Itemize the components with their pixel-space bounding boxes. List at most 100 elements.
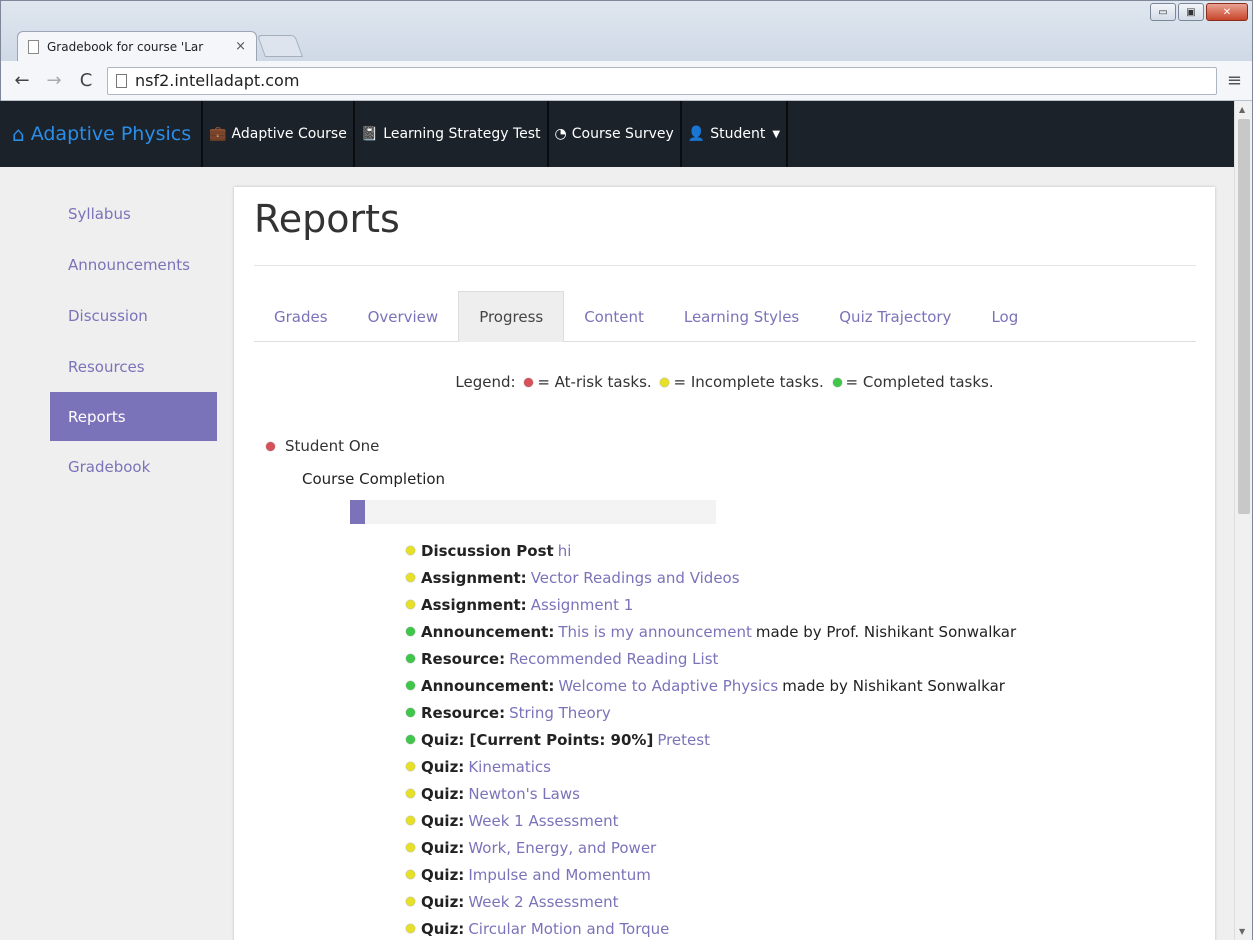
reload-icon[interactable]: C [75,70,97,91]
green-status-dot-icon [406,708,415,717]
book-icon: 📓 [360,126,379,142]
tab-grades[interactable]: Grades [254,291,348,342]
task-link[interactable]: Pretest [657,731,710,749]
task-link[interactable]: Circular Motion and Torque [468,920,669,938]
task-list: Discussion Post hi Assignment: Vector Readi… [406,537,1016,940]
task-row: Quiz: Circular Motion and Torque [406,915,1016,940]
task-type: Quiz: [421,838,465,857]
task-link[interactable]: Kinematics [468,758,551,776]
course-completion-label: Course Completion [302,470,446,488]
task-type: Quiz: [Current Points: 90%] [421,730,654,749]
task-suffix: made by Nishikant Sonwalkar [782,676,1005,695]
caret-down-icon: ▼ [772,128,781,140]
forward-icon[interactable]: → [43,70,65,91]
user-icon: 👤 [687,126,706,142]
reports-panel: Reports Grades Overview Progress Content… [234,187,1215,940]
task-row: Quiz: Week 2 Assessment [406,888,1016,915]
briefcase-icon: 💼 [209,126,227,142]
task-link[interactable]: Week 1 Assessment [468,812,618,830]
legend-incomplete: = Incomplete tasks. [673,373,824,391]
scroll-down-icon[interactable]: ▼ [1239,927,1245,936]
report-tabs: Grades Overview Progress Content Learnin… [254,291,1196,342]
green-status-dot-icon [406,654,415,663]
divider [254,265,1196,266]
brand-label: Adaptive Physics [30,123,192,145]
nav-course-survey[interactable]: ◔ Course Survey [546,101,680,167]
nav-learning-strategy-test[interactable]: 📓 Learning Strategy Test [352,101,547,167]
task-link[interactable]: Impulse and Momentum [468,866,651,884]
dashboard-icon: ◔ [554,126,567,142]
close-button[interactable]: ✕ [1206,3,1248,21]
scroll-up-icon[interactable]: ▲ [1239,105,1245,114]
maximize-button[interactable]: ▣ [1178,3,1204,21]
scrollbar[interactable]: ▲ ▼ [1234,101,1252,940]
scrollbar-thumb[interactable] [1238,119,1250,514]
address-bar[interactable]: nsf2.intelladapt.com [107,66,1217,95]
nav-label: Course Survey [571,126,674,142]
new-tab-button[interactable] [256,35,304,57]
task-link[interactable]: Week 2 Assessment [468,893,618,911]
task-link[interactable]: This is my announcement [558,623,752,641]
task-row: Quiz: Impulse and Momentum [406,861,1016,888]
sidebar-item-discussion[interactable]: Discussion [50,290,217,341]
minimize-button[interactable]: ▭ [1150,3,1176,21]
task-link[interactable]: hi [558,542,572,560]
completed-dot-icon [832,378,842,387]
browser-tab[interactable]: Gradebook for course 'Lar × [17,31,257,61]
sidebar-item-gradebook[interactable]: Gradebook [50,441,217,492]
tab-close-icon[interactable]: × [235,39,246,54]
menu-icon[interactable]: ≡ [1227,70,1242,91]
task-link[interactable]: Newton's Laws [468,785,580,803]
tab-title: Gradebook for course 'Lar [47,39,204,54]
task-type: Quiz: [421,757,465,776]
incomplete-dot-icon [660,378,670,387]
task-link[interactable]: Welcome to Adaptive Physics [558,677,778,695]
task-row: Announcement: Welcome to Adaptive Physics… [406,672,1016,699]
sidebar: Syllabus Announcements Discussion Resour… [50,188,217,492]
tab-learning-styles[interactable]: Learning Styles [664,291,819,342]
sidebar-item-syllabus[interactable]: Syllabus [50,188,217,239]
url-text: nsf2.intelladapt.com [135,71,300,90]
course-completion-fill [350,500,365,524]
yellow-status-dot-icon [406,789,415,798]
yellow-status-dot-icon [406,897,415,906]
task-link[interactable]: Recommended Reading List [509,650,718,668]
student-row: Student One [262,437,379,455]
tab-progress[interactable]: Progress [458,291,565,342]
tab-overview[interactable]: Overview [348,291,459,342]
task-type: Quiz: [421,784,465,803]
legend: Legend: = At-risk tasks. = Incomplete ta… [234,373,1215,391]
brand-link[interactable]: ⌂ Adaptive Physics [0,101,201,167]
nav-label: Learning Strategy Test [383,126,541,142]
task-row: Resource: String Theory [406,699,1016,726]
tab-content[interactable]: Content [564,291,664,342]
task-row: Assignment: Assignment 1 [406,591,1016,618]
yellow-status-dot-icon [406,924,415,933]
yellow-status-dot-icon [406,546,415,555]
nav-student-dropdown[interactable]: 👤 Student ▼ [679,101,789,167]
task-link[interactable]: Assignment 1 [531,596,634,614]
top-navbar: ⌂ Adaptive Physics 💼 Adaptive Course 📓 L… [0,101,1234,167]
tab-log[interactable]: Log [971,291,1038,342]
tab-quiz-trajectory[interactable]: Quiz Trajectory [819,291,971,342]
task-type: Announcement: [421,622,555,641]
legend-completed: = Completed tasks. [845,373,994,391]
sidebar-item-resources[interactable]: Resources [50,341,217,392]
task-link[interactable]: Work, Energy, and Power [468,839,656,857]
task-type: Quiz: [421,919,465,938]
task-row: Quiz: Newton's Laws [406,780,1016,807]
sidebar-item-reports[interactable]: Reports [50,392,217,441]
legend-prefix: Legend: [455,373,516,391]
sidebar-item-announcements[interactable]: Announcements [50,239,217,290]
task-link[interactable]: String Theory [509,704,611,722]
home-icon: ⌂ [12,122,25,146]
green-status-dot-icon [406,627,415,636]
task-row: Announcement: This is my announcement made… [406,618,1016,645]
task-type: Announcement: [421,676,555,695]
back-icon[interactable]: ← [11,70,33,91]
task-type: Resource: [421,649,506,668]
task-link[interactable]: Vector Readings and Videos [531,569,740,587]
page-title: Reports [254,197,400,241]
nav-adaptive-course[interactable]: 💼 Adaptive Course [201,101,353,167]
task-row: Resource: Recommended Reading List [406,645,1016,672]
